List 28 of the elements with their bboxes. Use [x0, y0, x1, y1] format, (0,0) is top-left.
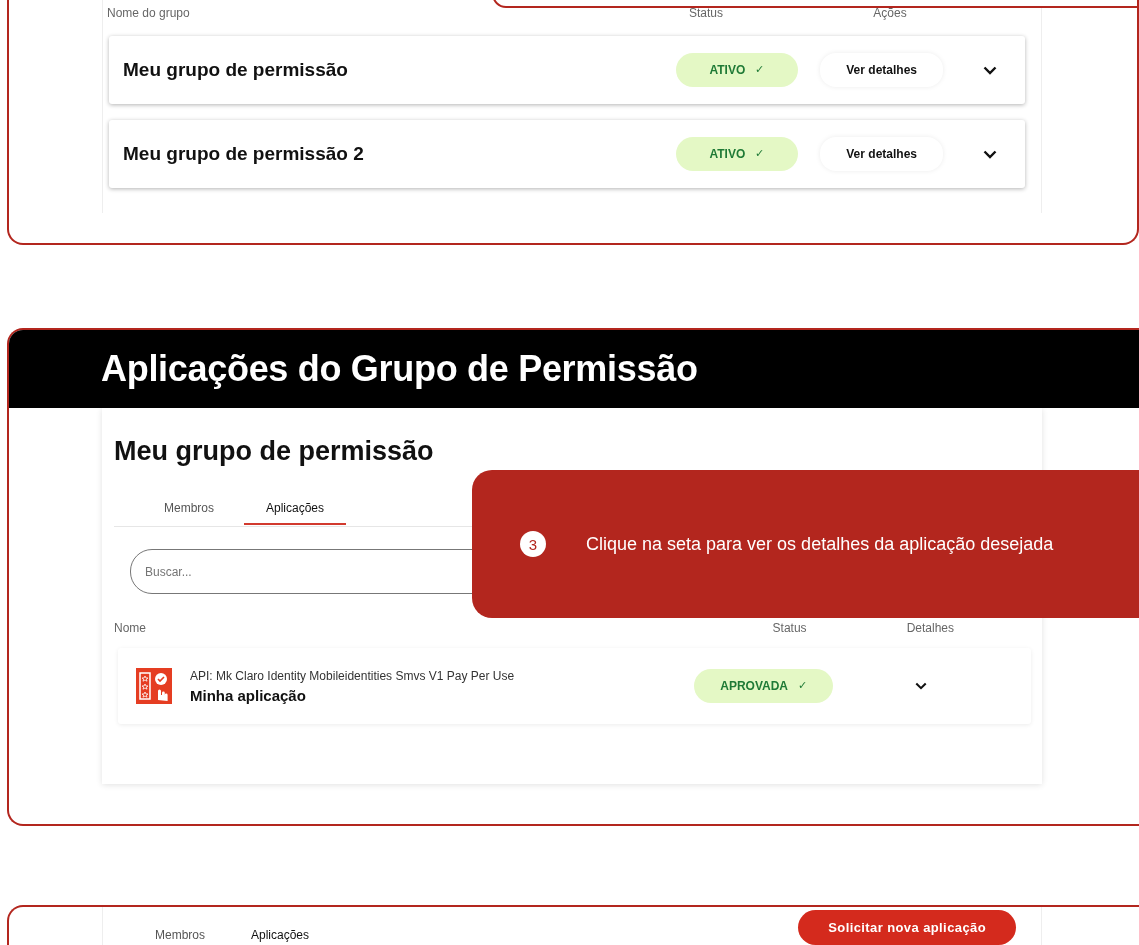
- request-application-button[interactable]: Solicitar nova aplicação: [798, 910, 1016, 945]
- page-title: Aplicações do Grupo de Permissão: [101, 348, 698, 390]
- chevron-icon[interactable]: [983, 65, 997, 75]
- tab[interactable]: Aplicações: [251, 910, 310, 942]
- api-name: API: Mk Claro Identity Mobileidentities Smvs V1 Pay Per Use: [190, 668, 516, 683]
- chevron-icon[interactable]: [915, 682, 927, 690]
- column-header: Ações: [872, 6, 908, 20]
- group-name: Meu grupo de permissão: [123, 59, 349, 81]
- column-header: Nome do grupo: [107, 6, 190, 20]
- status-badge: ATIVO ✓: [675, 137, 799, 171]
- chevron-icon[interactable]: [983, 149, 997, 159]
- step-badge: 3: [520, 531, 546, 557]
- status-badge: APROVADA ✓: [694, 669, 833, 703]
- tooltip-text: Clique na seta para ver os detalhes da aplicação desejada: [586, 533, 1055, 556]
- app-checklist-icon: [136, 668, 172, 704]
- tab[interactable]: Membros: [155, 910, 205, 942]
- details-button[interactable]: Ver detalhes: [820, 53, 943, 87]
- group-name: Meu grupo de permissão 2: [123, 143, 365, 165]
- column-header: Detalhes: [906, 621, 954, 635]
- status-badge: ATIVO ✓: [675, 53, 799, 87]
- group-title: Meu grupo de permissão: [114, 436, 435, 467]
- tab[interactable]: Aplicações: [244, 493, 347, 525]
- application-name: Minha aplicação: [190, 686, 307, 704]
- column-header: Nome: [114, 621, 146, 635]
- tab[interactable]: Membros: [160, 493, 218, 525]
- details-button[interactable]: Ver detalhes: [820, 137, 943, 171]
- column-header: Status: [688, 6, 724, 20]
- column-header: Status: [772, 621, 807, 635]
